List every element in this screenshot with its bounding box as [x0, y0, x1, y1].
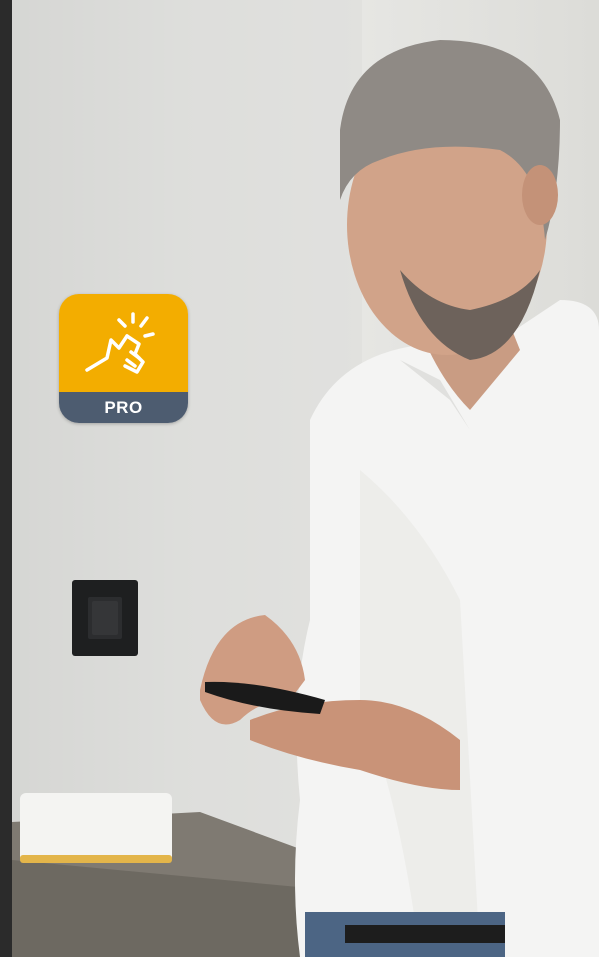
- scene-illustration: [0, 0, 599, 957]
- photo-scene: PRO: [0, 0, 599, 957]
- hand-pointing-gesture-icon: [85, 312, 155, 374]
- pro-badge-label: PRO: [104, 397, 143, 417]
- wall-switch: [72, 580, 138, 656]
- app-icon[interactable]: PRO: [59, 294, 188, 423]
- app-icon-badge-bar: PRO: [59, 392, 188, 423]
- left-edge: [0, 0, 12, 957]
- home-hub-device: [20, 793, 172, 863]
